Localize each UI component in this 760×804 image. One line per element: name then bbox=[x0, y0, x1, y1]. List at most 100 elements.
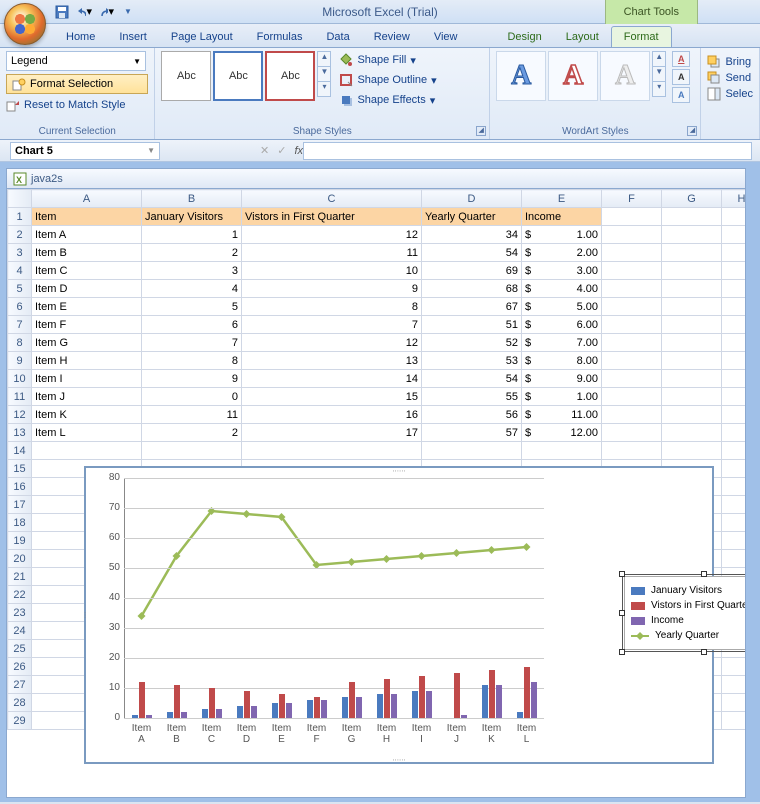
cell[interactable]: 68 bbox=[422, 280, 522, 298]
cell[interactable]: $12.00 bbox=[522, 424, 602, 442]
undo-icon[interactable]: ▾ bbox=[76, 4, 92, 20]
cell[interactable]: 7 bbox=[142, 334, 242, 352]
chart-bar[interactable] bbox=[314, 697, 320, 718]
row-header[interactable]: 13 bbox=[8, 424, 32, 442]
tab-layout[interactable]: Layout bbox=[554, 27, 611, 47]
redo-icon[interactable]: ▾ bbox=[98, 4, 114, 20]
cell[interactable]: 9 bbox=[142, 370, 242, 388]
col-header-G[interactable]: G bbox=[662, 190, 722, 208]
tab-design[interactable]: Design bbox=[495, 27, 553, 47]
fx-icon[interactable]: fx bbox=[294, 145, 303, 157]
row-header[interactable]: 11 bbox=[8, 388, 32, 406]
cell[interactable]: Item A bbox=[32, 226, 142, 244]
chart-bar[interactable] bbox=[181, 712, 187, 718]
cell[interactable]: 8 bbox=[142, 352, 242, 370]
chart-legend[interactable]: January VisitorsVistors in First Quarter… bbox=[624, 576, 746, 650]
text-outline-icon[interactable]: A bbox=[672, 69, 690, 85]
office-button[interactable] bbox=[4, 3, 46, 45]
gallery-down-icon[interactable]: ▼ bbox=[652, 66, 666, 82]
row-header[interactable]: 1 bbox=[8, 208, 32, 226]
cell[interactable]: $5.00 bbox=[522, 298, 602, 316]
cell[interactable]: 12 bbox=[242, 226, 422, 244]
cell[interactable]: 15 bbox=[242, 388, 422, 406]
row-header[interactable]: 21 bbox=[8, 568, 32, 586]
tab-view[interactable]: View bbox=[422, 27, 470, 47]
tab-review[interactable]: Review bbox=[362, 27, 422, 47]
cell[interactable]: Item G bbox=[32, 334, 142, 352]
chart-bar[interactable] bbox=[412, 691, 418, 718]
chart-bar[interactable] bbox=[174, 685, 180, 718]
text-effects-icon[interactable]: A bbox=[672, 87, 690, 103]
cell[interactable]: Item D bbox=[32, 280, 142, 298]
row-header[interactable]: 4 bbox=[8, 262, 32, 280]
row-header[interactable]: 9 bbox=[8, 352, 32, 370]
cell[interactable]: Item J bbox=[32, 388, 142, 406]
gallery-down-icon[interactable]: ▼ bbox=[317, 66, 331, 82]
cell[interactable]: 51 bbox=[422, 316, 522, 334]
row-header[interactable]: 26 bbox=[8, 658, 32, 676]
cell[interactable]: $8.00 bbox=[522, 352, 602, 370]
cell[interactable]: 2 bbox=[142, 244, 242, 262]
cell[interactable]: 8 bbox=[242, 298, 422, 316]
gallery-up-icon[interactable]: ▲ bbox=[317, 51, 331, 67]
cell[interactable]: $1.00 bbox=[522, 388, 602, 406]
wordart-style-2[interactable]: A bbox=[548, 51, 598, 101]
enter-icon[interactable]: ✓ bbox=[277, 144, 286, 157]
gallery-more-icon[interactable]: ▾ bbox=[317, 81, 331, 97]
cell[interactable]: 55 bbox=[422, 388, 522, 406]
cell[interactable]: $3.00 bbox=[522, 262, 602, 280]
name-box[interactable]: Chart 5▼ bbox=[10, 142, 160, 160]
chart-bar[interactable] bbox=[251, 706, 257, 718]
chart-bar[interactable] bbox=[461, 715, 467, 718]
chart-bar[interactable] bbox=[272, 703, 278, 718]
row-header[interactable]: 3 bbox=[8, 244, 32, 262]
row-header[interactable]: 20 bbox=[8, 550, 32, 568]
legend-item[interactable]: Yearly Quarter bbox=[631, 628, 746, 643]
chart-bar[interactable] bbox=[342, 697, 348, 718]
select-all[interactable] bbox=[8, 190, 32, 208]
selection-pane-button[interactable]: Selec bbox=[707, 87, 753, 101]
cell[interactable]: 57 bbox=[422, 424, 522, 442]
cell[interactable]: 34 bbox=[422, 226, 522, 244]
row-header[interactable]: 24 bbox=[8, 622, 32, 640]
chart-bar[interactable] bbox=[132, 715, 138, 718]
cell[interactable]: 67 bbox=[422, 298, 522, 316]
col-header-H[interactable]: H bbox=[722, 190, 747, 208]
row-header[interactable]: 19 bbox=[8, 532, 32, 550]
cell[interactable]: Item I bbox=[32, 370, 142, 388]
cell[interactable]: 13 bbox=[242, 352, 422, 370]
row-header[interactable]: 18 bbox=[8, 514, 32, 532]
row-header[interactable]: 14 bbox=[8, 442, 32, 460]
row-header[interactable]: 28 bbox=[8, 694, 32, 712]
worksheet[interactable]: ABCDEFGH1ItemJanuary VisitorsVistors in … bbox=[6, 188, 746, 798]
chart-bar[interactable] bbox=[524, 667, 530, 718]
cell[interactable]: 14 bbox=[242, 370, 422, 388]
chart-bar[interactable] bbox=[139, 682, 145, 718]
cell[interactable]: 10 bbox=[242, 262, 422, 280]
cell[interactable]: 54 bbox=[422, 370, 522, 388]
header-cell[interactable]: Vistors in First Quarter bbox=[242, 208, 422, 226]
col-header-E[interactable]: E bbox=[522, 190, 602, 208]
col-header-B[interactable]: B bbox=[142, 190, 242, 208]
cell[interactable]: Item B bbox=[32, 244, 142, 262]
cell[interactable]: $9.00 bbox=[522, 370, 602, 388]
header-cell[interactable] bbox=[602, 208, 662, 226]
shape-fill-button[interactable]: Shape Fill ▾ bbox=[337, 51, 438, 69]
legend-item[interactable]: Vistors in First Quarter bbox=[631, 598, 746, 613]
dialog-launcher-icon[interactable]: ◢ bbox=[476, 126, 486, 136]
header-cell[interactable]: Income bbox=[522, 208, 602, 226]
shape-outline-button[interactable]: Shape Outline ▾ bbox=[337, 71, 438, 89]
cell[interactable]: $4.00 bbox=[522, 280, 602, 298]
chart-bar[interactable] bbox=[146, 715, 152, 718]
header-cell[interactable]: Yearly Quarter bbox=[422, 208, 522, 226]
chart-bar[interactable] bbox=[454, 673, 460, 718]
text-fill-icon[interactable]: A bbox=[672, 51, 690, 67]
cell[interactable]: 11 bbox=[142, 406, 242, 424]
cell[interactable]: 2 bbox=[142, 424, 242, 442]
chart-bar[interactable] bbox=[321, 700, 327, 718]
reset-to-match-style-button[interactable]: Reset to Match Style bbox=[6, 96, 148, 114]
chart-bar[interactable] bbox=[531, 682, 537, 718]
row-header[interactable]: 23 bbox=[8, 604, 32, 622]
chart-bar[interactable] bbox=[237, 706, 243, 718]
chart-bar[interactable] bbox=[496, 685, 502, 718]
